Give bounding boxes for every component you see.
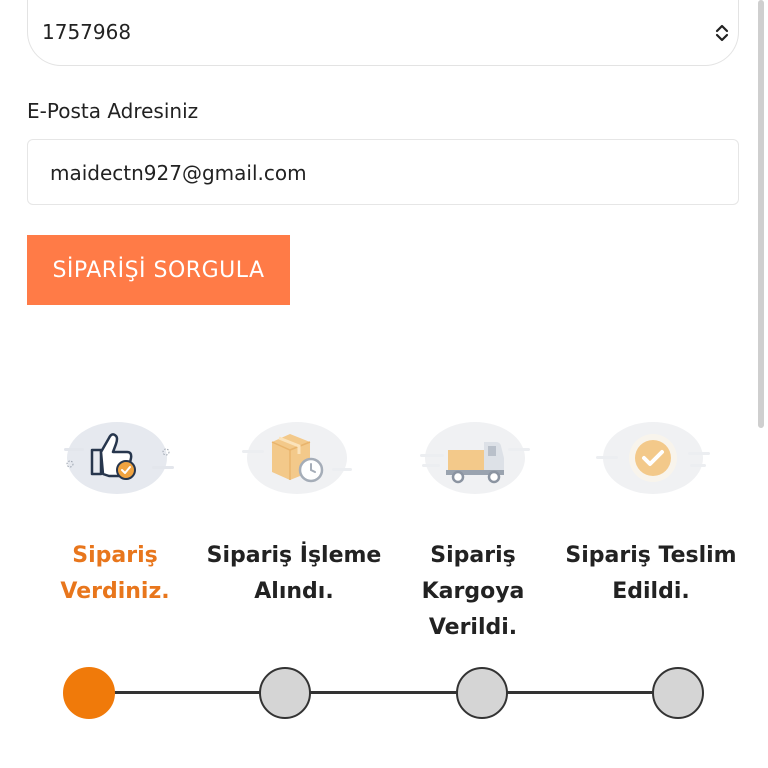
query-order-button[interactable]: SİPARİŞİ SORGULA xyxy=(27,235,290,305)
order-number-value: 1757968 xyxy=(42,20,132,44)
progress-track xyxy=(90,691,680,694)
email-value: maidectn927@gmail.com xyxy=(50,161,307,185)
email-field[interactable]: maidectn927@gmail.com xyxy=(27,139,739,205)
thumbs-up-icon xyxy=(64,422,174,494)
order-number-input[interactable]: 1757968 xyxy=(27,0,739,66)
truck-icon xyxy=(420,422,530,494)
step-label-processing: Sipariş İşleme Alındı. xyxy=(206,543,382,604)
step-label-shipped: Sipariş Kargoya Verildi. xyxy=(421,543,525,640)
email-label: E-Posta Adresiniz xyxy=(27,99,199,123)
spinner-arrows-icon[interactable] xyxy=(714,22,730,44)
step-dot-order-placed xyxy=(63,667,115,719)
package-clock-icon xyxy=(242,422,352,494)
step-dot-processing xyxy=(259,667,311,719)
scrollbar[interactable] xyxy=(758,0,764,428)
step-dot-shipped xyxy=(456,667,508,719)
step-dot-delivered xyxy=(652,667,704,719)
step-label-delivered: Sipariş Teslim Edildi. xyxy=(565,543,737,604)
check-circle-icon xyxy=(596,422,710,494)
step-label-order-placed: Sipariş Verdiniz. xyxy=(60,543,170,604)
